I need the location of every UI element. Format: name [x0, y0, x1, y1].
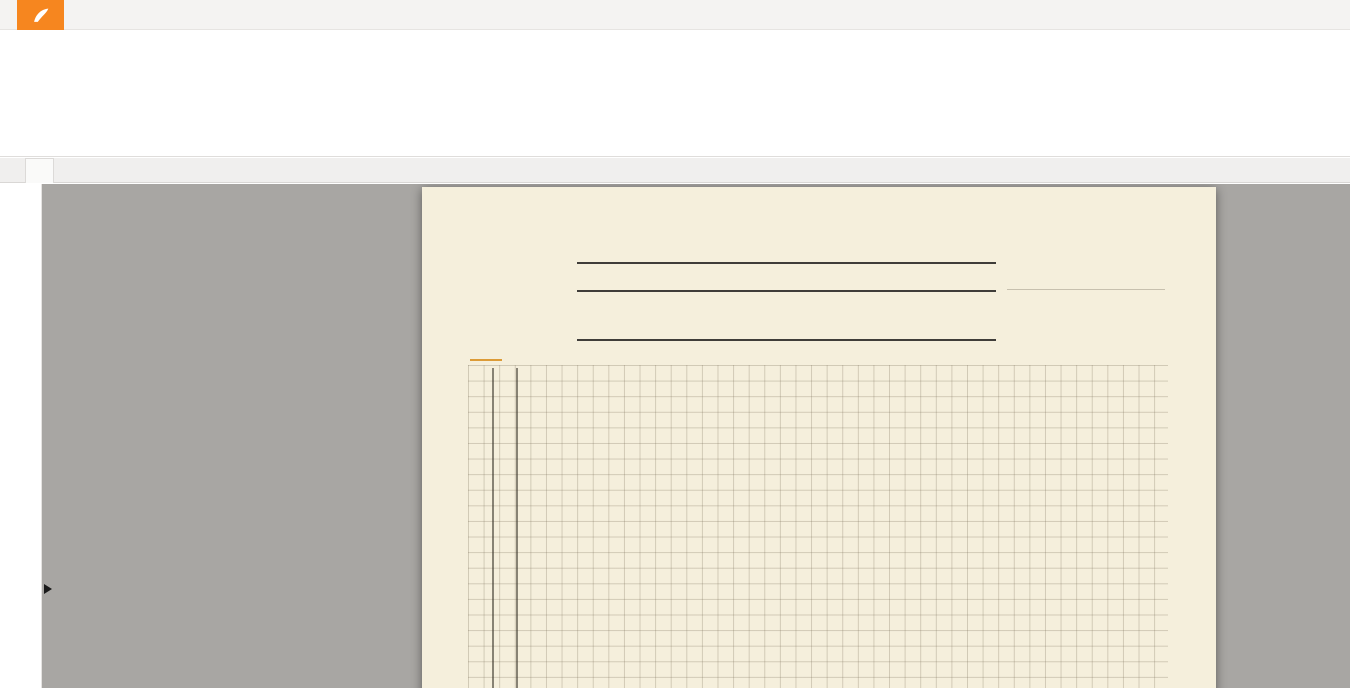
cell-liao-dynasty[interactable]	[540, 676, 658, 688]
ruled-line	[577, 290, 996, 292]
cell-tang-period	[658, 368, 768, 493]
cell-tang-dynasty[interactable]	[540, 368, 658, 493]
fox-icon	[30, 4, 52, 26]
cell-wudai-note	[768, 493, 948, 548]
cell-song-south	[605, 601, 658, 648]
menu-bar	[0, 30, 1350, 60]
cell-song-note	[768, 548, 948, 648]
cell-song-north-period	[658, 548, 768, 601]
pdf-page	[422, 187, 1216, 688]
document-tab-bar	[0, 158, 1350, 183]
cell-song-north-capital	[1032, 548, 1145, 601]
margin-line	[492, 368, 494, 688]
foxit-logo[interactable]	[17, 0, 64, 30]
history-table	[540, 368, 1147, 688]
navigation-sidebar	[0, 184, 42, 688]
ruled-line	[577, 262, 996, 264]
cell-wudai-period	[658, 493, 768, 548]
ruled-line	[577, 339, 996, 341]
cell-wudai-capital	[1032, 493, 1145, 548]
cell-tang-note	[768, 368, 948, 493]
cell-song-south-founder	[948, 601, 1032, 648]
cell-tang-founder[interactable]	[948, 368, 1032, 493]
cell-song-north	[605, 548, 658, 601]
document-viewport	[42, 184, 1350, 688]
date-underline	[1007, 289, 1165, 290]
keyword-underline	[470, 359, 502, 361]
titlebar	[0, 0, 1350, 30]
cell-wudai-dynasty[interactable]	[540, 493, 658, 548]
sidebar-expand-handle[interactable]	[44, 584, 52, 594]
cell-liao-period	[658, 676, 768, 688]
document-tab[interactable]	[25, 158, 54, 183]
cell-song-north-founder[interactable]	[948, 548, 1032, 601]
cell-song-south-period	[658, 601, 768, 648]
cell-tang-capital	[1032, 368, 1145, 493]
margin-line	[516, 368, 518, 688]
cell-wudai-founder	[948, 493, 1032, 548]
cell-song-dynasty[interactable]	[540, 548, 605, 648]
cell-song-south-capital	[1032, 601, 1145, 648]
ribbon-toolbar	[0, 60, 1350, 157]
cell-liao-note	[768, 648, 948, 688]
